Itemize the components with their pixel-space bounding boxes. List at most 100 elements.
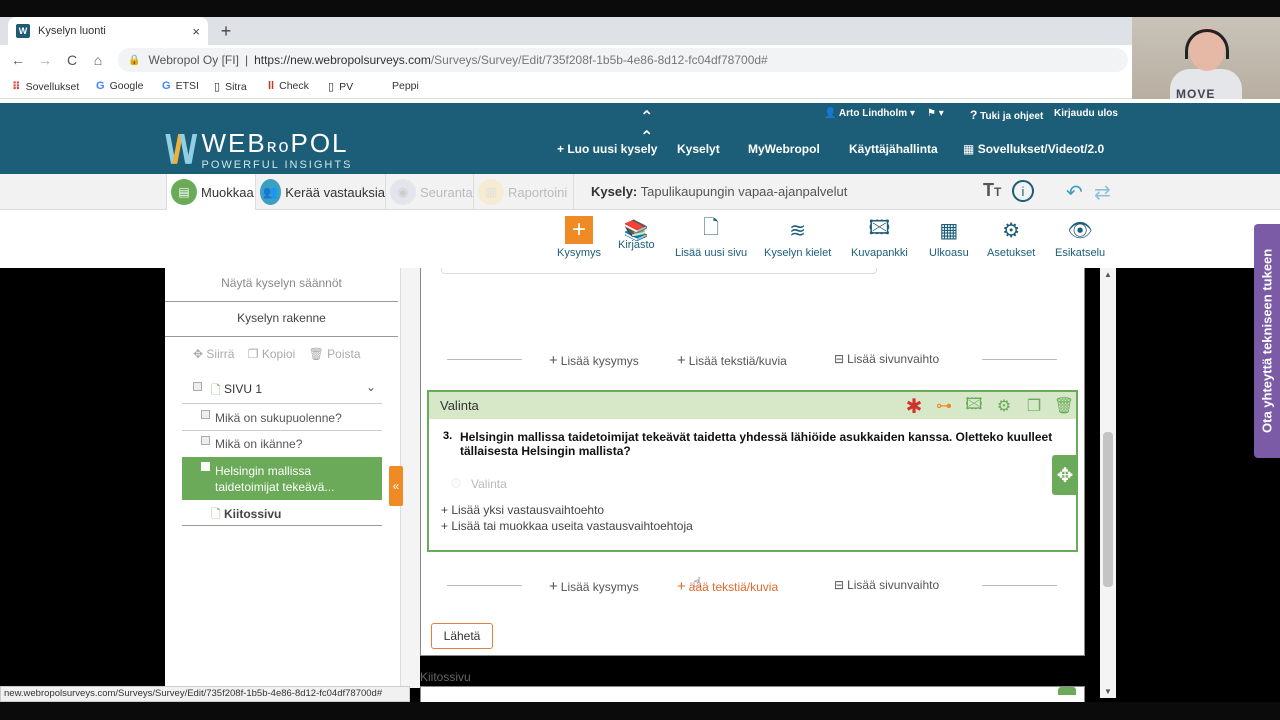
tab-collect-label: Kerää vastauksia (285, 184, 385, 200)
text-size-icon[interactable]: TT (983, 180, 1001, 201)
tool-label: Kirjasto (618, 239, 655, 251)
settings-tool[interactable]: ⚙ Asetukset (987, 216, 1035, 260)
logout-link[interactable]: Kirjaudu ulos (1054, 108, 1118, 119)
language-menu[interactable]: ⚑ ▾ (927, 108, 944, 119)
collapse-sidebar-icon[interactable]: « (389, 466, 403, 506)
webropol-logo[interactable]: \/\/ WEBʀᴏPOL POWERFUL INSIGHTS (165, 128, 352, 173)
preview-tool[interactable]: 👁 Esikatselu (1055, 216, 1105, 260)
nav-apps-label: Sovellukset/Videot/2.0 (977, 142, 1105, 156)
question-text[interactable]: Helsingin mallissa taidetoimijat tekeävä… (460, 430, 1060, 458)
bookmark-sitra[interactable]: ▯ Sitra (214, 80, 247, 94)
tab-collect[interactable]: 👥 Kerää vastauksia (256, 174, 386, 210)
branching-icon[interactable]: ⊶ (933, 396, 955, 416)
info-icon[interactable]: i (1012, 180, 1034, 202)
layout-tool[interactable]: ▦ Ulkoasu (929, 216, 969, 260)
chevron-down-icon[interactable]: ⌄ (366, 380, 376, 394)
tree-item[interactable]: Mikä on ikänne? (182, 431, 382, 457)
add-question-link[interactable]: + Lisää kysymys (549, 578, 639, 595)
bookmark-check[interactable]: ll Check (268, 80, 309, 92)
move-action[interactable]: ✥ Siirrä (193, 347, 234, 361)
trash-icon[interactable]: 🗑 (1053, 396, 1075, 416)
scroll-down-icon[interactable]: ▼ (1104, 687, 1112, 696)
item-checkbox[interactable] (201, 462, 210, 471)
image-bank-tool[interactable]: 🖾 Kuvapankki (851, 216, 908, 259)
bookmark-peppi[interactable]: Peppi (392, 80, 419, 92)
page-checkbox[interactable] (193, 382, 202, 391)
move-handle-icon[interactable]: ✥ (1052, 455, 1078, 495)
add-option-link[interactable]: + Lisää yksi vastausvaihtoehto (441, 503, 604, 517)
pagebreak-icon: ⊟ (834, 578, 845, 592)
page-icon: ▯ (214, 81, 221, 93)
delete-action[interactable]: 🗑 Poista (309, 347, 361, 361)
url-separator: | (244, 53, 249, 67)
google-icon: G (96, 80, 105, 92)
gear-icon[interactable]: ⚙ (993, 396, 1015, 416)
address-bar[interactable]: 🔒 Webropol Oy [FI] | https://new.webropo… (118, 48, 1128, 72)
undo-icon[interactable]: ↶ (1066, 180, 1083, 205)
close-tab-icon[interactable]: × (192, 24, 200, 39)
gear-icon: ⚙ (1002, 219, 1021, 242)
browser-tab[interactable]: W Kyselyn luonti × (8, 17, 208, 45)
waves-icon: ≋ (789, 219, 806, 242)
nav-create-survey[interactable]: + Luo uusi kysely (557, 142, 657, 156)
languages-tool[interactable]: ≋ Kyselyn kielet (764, 216, 831, 260)
scroll-up-icon[interactable]: ▲ (1104, 270, 1112, 279)
new-tab-button[interactable]: + (216, 17, 236, 45)
tool-label: Lisää uusi sivu (675, 247, 748, 259)
add-page-tool[interactable]: 🗋 Lisää uusi sivu (675, 216, 747, 259)
tree-thanks-page[interactable]: 🗋 Kiitossivu (182, 500, 382, 526)
tab-edit[interactable]: ▤ Muokkaa (166, 174, 256, 210)
collapse-header-icon[interactable]: ⌃ ⌃ (640, 107, 653, 147)
tab-report[interactable]: ▥ Raportoini (474, 174, 574, 210)
bookmark-apps[interactable]: ⠿ Sovellukset (12, 80, 79, 94)
tree-page-1[interactable]: 🗋 SIVU 1 ⌄ (182, 376, 382, 404)
add-many-options-link[interactable]: + Lisää tai muokkaa useita vastausvaihto… (441, 519, 693, 533)
bookmark-label: Check (279, 80, 309, 92)
survey-name-key: Kysely: (591, 184, 638, 199)
image-icon[interactable]: 🖾 (963, 396, 985, 416)
plus-icon: + (549, 578, 558, 595)
scrollbar-thumb[interactable] (1103, 432, 1113, 587)
copy-icon[interactable]: ❐ (1023, 396, 1045, 416)
add-question-tool[interactable]: + Kysymys (557, 216, 601, 259)
bookmark-pv[interactable]: ▯ PV (328, 80, 353, 94)
add-pagebreak-link[interactable]: ⊟ Lisää sivunvaihto (834, 352, 939, 366)
tab-monitor[interactable]: ◉ Seuranta (386, 174, 474, 210)
panel-splitter[interactable] (400, 268, 420, 688)
reload-icon[interactable]: C (62, 50, 82, 70)
item-checkbox[interactable] (201, 410, 210, 419)
question-card[interactable]: Valinta ✱ ⊶ 🖾 ⚙ ❐ 🗑 3. Helsingin malliss… (427, 390, 1078, 552)
bookmark-etsi[interactable]: G ETSI (162, 80, 199, 92)
tree-item[interactable]: Mikä on sukupuolenne? (182, 405, 382, 431)
library-tool[interactable]: 📚 Kirjasto (618, 216, 655, 252)
submit-button[interactable]: Lähetä (431, 623, 493, 649)
required-asterisk-icon[interactable]: ✱ (903, 396, 925, 418)
forward-icon[interactable]: → (35, 50, 55, 70)
help-link[interactable]: ? Tuki ja ohjeet (970, 108, 1043, 122)
add-pagebreak-link[interactable]: ⊟ Lisää sivunvaihto (834, 578, 939, 592)
option-placeholder[interactable]: Valinta (471, 477, 507, 491)
contact-support-tab[interactable]: Ota yhteyttä tekniseen tukeen (1254, 224, 1280, 458)
report-icon: ▥ (478, 179, 504, 205)
back-icon[interactable]: ← (8, 50, 28, 70)
add-text-link[interactable]: + Lisää tekstiä/kuvia (677, 352, 787, 369)
show-rules-link[interactable]: Näytä kyselyn säännöt (165, 276, 398, 302)
copy-action[interactable]: ❐ Kopioi (248, 347, 295, 361)
browser-tabstrip: W Kyselyn luonti × (0, 17, 1132, 45)
help-label: Tuki ja ohjeet (980, 111, 1044, 122)
nav-user-management[interactable]: Käyttäjähallinta (849, 142, 938, 156)
nav-surveys[interactable]: Kyselyt (677, 142, 720, 156)
add-question-link[interactable]: + Lisää kysymys (549, 352, 639, 369)
tree-item-active[interactable]: Helsingin mallissa taidetoimijat tekeävä… (182, 457, 382, 500)
item-checkbox[interactable] (201, 436, 210, 445)
user-menu[interactable]: 👤 Arto Lindholm ▾ (824, 108, 915, 119)
move-handle-icon[interactable] (1058, 687, 1076, 695)
option-radio[interactable] (451, 478, 461, 488)
bookmark-google[interactable]: G Google (96, 80, 143, 92)
nav-apps[interactable]: ▦ Sovellukset/Videot/2.0 (963, 142, 1104, 156)
home-icon[interactable]: ⌂ (88, 50, 108, 70)
nav-mywebropol[interactable]: MyWebropol (748, 142, 820, 156)
redo-icon[interactable]: ⇄ (1094, 180, 1111, 205)
webcam-overlay: MOVE (1132, 17, 1280, 101)
delete-label: Poista (327, 347, 361, 361)
